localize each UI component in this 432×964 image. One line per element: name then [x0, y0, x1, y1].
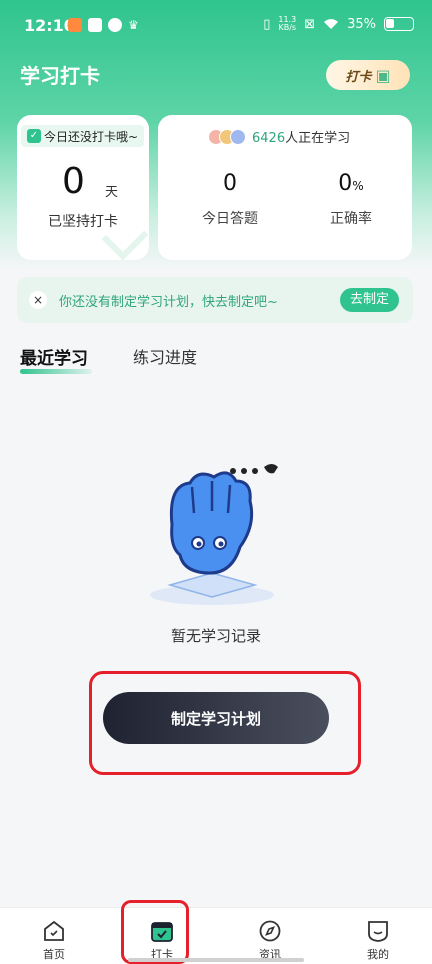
nav-item-news[interactable]: 资讯: [216, 908, 324, 964]
today-answers-value: 0: [223, 171, 237, 196]
tab-indicator: [20, 369, 92, 374]
checkin-streak-card: ✓ 今日还没打卡哦~ 0 天 已坚持打卡: [17, 115, 149, 261]
empty-state-text: 暂无学习记录: [170, 627, 261, 645]
learner-count: 6426: [252, 131, 286, 146]
check-icon: ✓: [27, 129, 41, 143]
home-indicator: [128, 958, 304, 962]
notification-icons: ♛: [68, 18, 139, 32]
nav-label-profile: 我的: [367, 948, 389, 961]
app-notification-icon: [88, 18, 102, 32]
plan-reminder-text: 你还没有制定学习计划，快去制定吧~: [59, 294, 278, 310]
accuracy-value-wrap: 0%: [306, 171, 396, 196]
today-answers-label: 今日答题: [202, 211, 258, 227]
unchecked-tag: ✓ 今日还没打卡哦~: [21, 125, 145, 147]
checkin-badge[interactable]: 打卡 ▣: [326, 60, 410, 90]
net-speed-unit: KB/s: [278, 23, 297, 32]
nav-item-home[interactable]: 首页: [0, 908, 108, 964]
net-speed: 11.3 KB/s: [278, 16, 296, 32]
learner-suffix: 人正在学习: [285, 131, 351, 146]
learners-online: 6426人正在学习: [208, 127, 350, 146]
learner-avatars: [208, 128, 246, 145]
empty-state-illustration: [150, 464, 278, 605]
status-bar: 12:10 ♛ ▯ 11.3 KB/s ⊠ 35%: [0, 0, 432, 52]
avatar: [230, 128, 246, 145]
battery-icon: [384, 17, 414, 31]
tab-recent-study[interactable]: 最近学习: [20, 344, 88, 369]
vibrate-icon: ▯: [263, 16, 271, 32]
nav-label-home: 首页: [43, 948, 65, 961]
app-notification-icon: [68, 18, 82, 32]
profile-icon: [368, 921, 388, 942]
highlight-annotation-box: [121, 900, 189, 964]
calendar-icon: ▣: [375, 65, 391, 85]
sim-icon: ⊠: [304, 16, 316, 32]
home-icon: [44, 920, 64, 941]
bottom-nav: 首页 打卡 资讯 我的: [0, 907, 432, 964]
shield-icon: [108, 18, 122, 32]
battery-fill: [386, 19, 394, 28]
nav-item-profile[interactable]: 我的: [324, 908, 432, 964]
status-right: ▯ 11.3 KB/s ⊠ 35%: [263, 16, 414, 32]
accuracy-label: 正确率: [330, 211, 372, 227]
checkin-badge-label: 打卡: [345, 69, 372, 85]
wifi-icon: [324, 19, 339, 29]
battery-percent: 35%: [347, 16, 376, 32]
page-title: 学习打卡: [20, 64, 100, 88]
tab-practice-progress[interactable]: 练习进度: [133, 344, 197, 368]
today-answers-stat: 0 今日答题: [185, 171, 275, 228]
accuracy-stat: 0% 正确率: [306, 171, 396, 228]
streak-days-unit: 天: [105, 185, 119, 200]
crown-icon: ♛: [128, 18, 139, 32]
accuracy-unit: %: [352, 179, 364, 193]
highlight-annotation-box: [89, 671, 361, 775]
close-icon[interactable]: ×: [29, 291, 47, 309]
streak-days: 0: [62, 161, 85, 202]
learning-stats-card: 6426人正在学习 0 今日答题 0% 正确率: [158, 115, 412, 260]
accuracy-value: 0: [338, 171, 353, 196]
plan-reminder-banner: × 你还没有制定学习计划，快去制定吧~ 去制定: [17, 277, 413, 323]
compass-icon: [259, 920, 281, 942]
go-make-plan-button[interactable]: 去制定: [339, 288, 399, 312]
unchecked-tag-text: 今日还没打卡哦~: [44, 129, 139, 144]
